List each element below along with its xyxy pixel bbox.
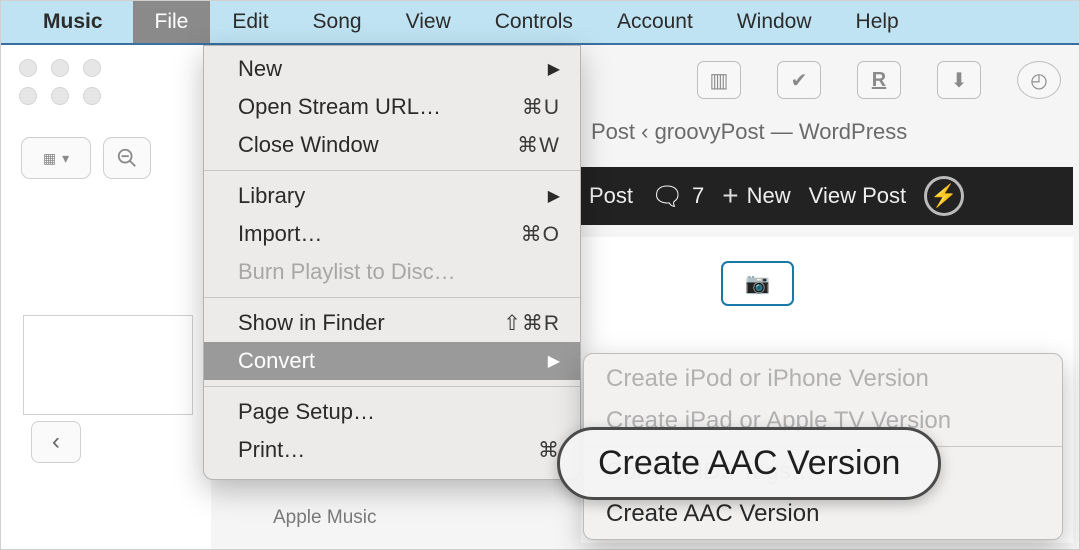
window-traffic-lights-2	[1, 83, 211, 111]
menubar-help[interactable]: Help	[834, 1, 921, 43]
sidebar-thumbnail[interactable]	[23, 315, 193, 415]
music-app-left-column: ▦ ▾ ‹	[1, 45, 211, 549]
chevron-left-icon: ‹	[52, 428, 60, 456]
download-icon[interactable]: ⬇	[937, 61, 981, 99]
wordpress-admin-bar: Post 🗨 7 + New View Post ⚡	[581, 167, 1073, 225]
comment-icon: 🗨	[651, 181, 684, 212]
menubar-window[interactable]: Window	[715, 1, 834, 43]
zoom-out-button[interactable]	[103, 137, 151, 179]
wp-new[interactable]: + New	[722, 180, 790, 212]
traffic-minimize[interactable]	[51, 59, 69, 77]
menubar-view[interactable]: View	[384, 1, 473, 43]
file-menu-open-stream[interactable]: Open Stream URL… ⌘U	[204, 88, 580, 126]
magnifier-minus-icon	[116, 147, 138, 169]
sidebar-apple-music-label[interactable]: Apple Music	[273, 507, 377, 529]
menu-separator	[204, 297, 580, 298]
menu-separator	[204, 386, 580, 387]
wp-bolt-icon[interactable]: ⚡	[924, 176, 964, 216]
menubar-controls[interactable]: Controls	[473, 1, 595, 43]
file-menu-show-in-finder[interactable]: Show in Finder ⇧⌘R	[204, 304, 580, 342]
menubar-account[interactable]: Account	[595, 1, 715, 43]
back-button[interactable]: ‹	[31, 421, 81, 463]
wp-post-label[interactable]: Post	[589, 183, 633, 209]
wp-comments[interactable]: 🗨 7	[651, 181, 704, 212]
submenu-arrow-icon: ▶	[548, 59, 560, 79]
add-media-button[interactable]: 📷	[721, 261, 794, 306]
file-menu-new[interactable]: New ▶	[204, 50, 580, 88]
wp-view-post[interactable]: View Post	[809, 183, 906, 209]
menubar-file[interactable]: File	[133, 1, 211, 43]
menubar-song[interactable]: Song	[291, 1, 384, 43]
check-circle-icon[interactable]: ✔	[777, 61, 821, 99]
file-menu-burn: Burn Playlist to Disc…	[204, 253, 580, 291]
window-traffic-lights	[1, 45, 211, 83]
toolbar-icons-row: ▥ ✔ R ⬇ ◴	[697, 61, 1061, 99]
file-menu-close-window[interactable]: Close Window ⌘W	[204, 126, 580, 164]
callout-create-aac: Create AAC Version	[557, 427, 941, 500]
reader-icon[interactable]: R	[857, 61, 901, 99]
traffic-minimize-2[interactable]	[51, 87, 69, 105]
menubar-app-name[interactable]: Music	[43, 1, 133, 43]
submenu-arrow-icon: ▶	[548, 351, 560, 371]
file-menu-convert[interactable]: Convert ▶	[204, 342, 580, 380]
file-menu-page-setup[interactable]: Page Setup…	[204, 393, 580, 431]
view-mode-button[interactable]: ▦ ▾	[21, 137, 91, 179]
chevron-down-icon: ▾	[62, 150, 69, 167]
traffic-close-2[interactable]	[19, 87, 37, 105]
left-toolbar: ▦ ▾	[1, 111, 211, 195]
wp-comments-count: 7	[692, 183, 704, 209]
file-menu-print[interactable]: Print… ⌘	[204, 431, 580, 469]
plus-icon: +	[722, 180, 738, 212]
submenu-arrow-icon: ▶	[548, 186, 560, 206]
file-menu-import[interactable]: Import… ⌘O	[204, 215, 580, 253]
menubar: Music File Edit Song View Controls Accou…	[1, 1, 1079, 45]
sidebar-toggle-icon[interactable]: ▥	[697, 61, 741, 99]
traffic-zoom-2[interactable]	[83, 87, 101, 105]
traffic-close[interactable]	[19, 59, 37, 77]
grid-icon: ▦	[43, 150, 56, 167]
file-menu-dropdown: New ▶ Open Stream URL… ⌘U Close Window ⌘…	[203, 45, 581, 480]
convert-ipod[interactable]: Create iPod or iPhone Version	[584, 358, 1062, 400]
compass-icon[interactable]: ◴	[1017, 61, 1061, 99]
address-bar-text: Post ‹ groovyPost — WordPress	[591, 119, 907, 145]
traffic-zoom[interactable]	[83, 59, 101, 77]
menu-separator	[204, 170, 580, 171]
menubar-edit[interactable]: Edit	[210, 1, 290, 43]
camera-icon: 📷	[745, 271, 770, 296]
file-menu-library[interactable]: Library ▶	[204, 177, 580, 215]
